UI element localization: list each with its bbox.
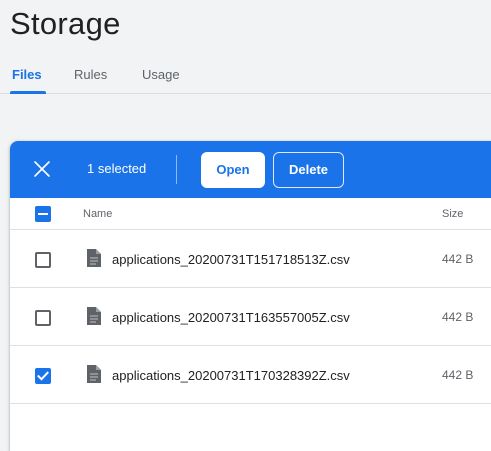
- tab-bar: Files Rules Usage: [0, 58, 491, 94]
- file-size: 442 B: [442, 252, 474, 266]
- selected-count: 1 selected: [87, 161, 147, 176]
- active-tab-indicator: [10, 91, 46, 94]
- files-card: 1 selected Open Delete Name Size applica…: [10, 141, 491, 451]
- column-header-size[interactable]: Size: [442, 208, 463, 220]
- file-name: applications_20200731T170328392Z.csv: [112, 368, 350, 383]
- row-checkbox[interactable]: [35, 310, 51, 326]
- file-icon: [87, 249, 101, 267]
- file-size: 442 B: [442, 310, 474, 324]
- file-name: applications_20200731T163557005Z.csv: [112, 310, 350, 325]
- open-button[interactable]: Open: [201, 152, 265, 188]
- delete-button[interactable]: Delete: [273, 152, 344, 188]
- tab-rules[interactable]: Rules: [74, 67, 107, 94]
- table-row[interactable]: applications_20200731T151718513Z.csv 442…: [10, 230, 491, 288]
- tab-usage[interactable]: Usage: [142, 67, 180, 94]
- checkmark-icon: [37, 371, 49, 381]
- file-icon: [87, 307, 101, 325]
- file-icon: [87, 365, 101, 383]
- action-bar-divider: [176, 155, 177, 184]
- column-header-name[interactable]: Name: [83, 208, 112, 220]
- row-checkbox[interactable]: [35, 252, 51, 268]
- indeterminate-icon: [38, 213, 48, 215]
- select-all-checkbox[interactable]: [35, 206, 51, 222]
- row-checkbox[interactable]: [35, 368, 51, 384]
- file-size: 442 B: [442, 368, 474, 382]
- table-header: Name Size: [10, 198, 491, 230]
- clear-selection-button[interactable]: [30, 157, 54, 181]
- tab-files[interactable]: Files: [12, 67, 42, 94]
- table-row[interactable]: applications_20200731T163557005Z.csv 442…: [10, 288, 491, 346]
- table-row[interactable]: applications_20200731T170328392Z.csv 442…: [10, 346, 491, 404]
- file-name: applications_20200731T151718513Z.csv: [112, 252, 350, 267]
- page-title: Storage: [10, 6, 121, 41]
- selection-action-bar: 1 selected Open Delete: [10, 141, 491, 198]
- close-icon: [34, 161, 50, 177]
